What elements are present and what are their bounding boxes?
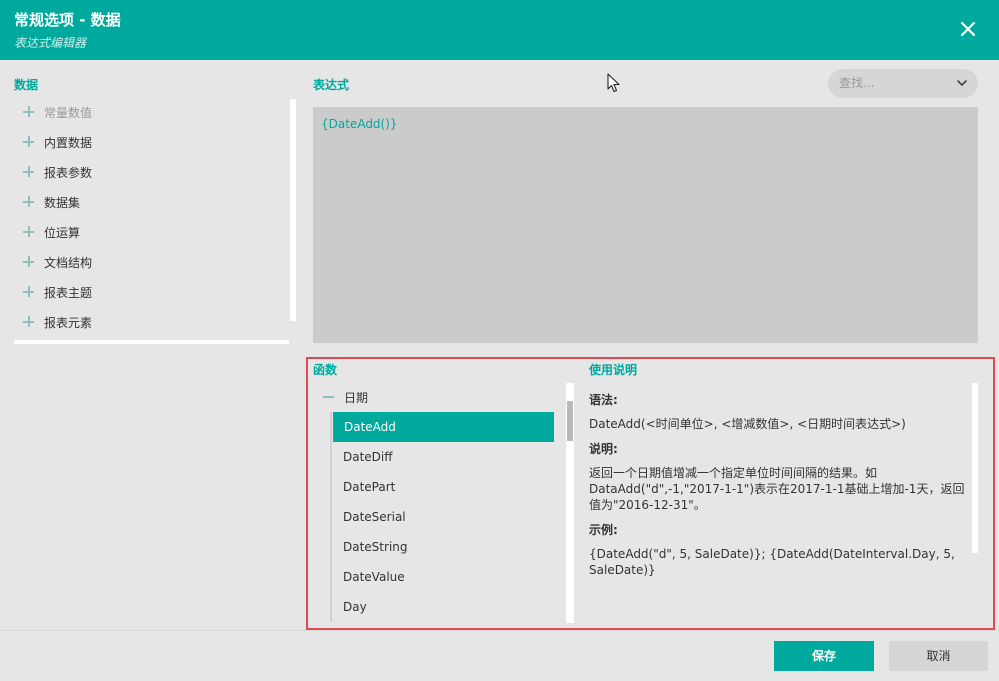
expand-plus-icon[interactable]	[23, 106, 35, 118]
chevron-down-icon	[957, 80, 967, 86]
expand-plus-icon[interactable]	[23, 256, 35, 268]
tree-item-label: 位运算	[44, 225, 81, 240]
mouse-cursor-icon	[607, 73, 620, 93]
close-button[interactable]	[955, 16, 981, 42]
syntax-heading: 语法:	[589, 393, 618, 407]
dialog-titlebar: 常规选项 - 数据 表达式编辑器	[0, 0, 999, 60]
example-heading: 示例:	[589, 523, 618, 537]
tree-item-report-theme[interactable]: 报表主题	[14, 277, 290, 307]
tree-item-builtin-data[interactable]: 内置数据	[14, 127, 290, 157]
functions-label: 函数	[313, 363, 338, 377]
function-item-datestring[interactable]: DateString	[332, 532, 566, 562]
expand-plus-icon[interactable]	[23, 136, 35, 148]
tree-item-doc-structure[interactable]: 文档结构	[14, 247, 290, 277]
tree-item-label: 内置数据	[44, 135, 93, 150]
data-tree-hscrollbar[interactable]	[14, 340, 289, 344]
description-text: 返回一个日期值增减一个指定单位时间间隔的结果。如DataAdd("d",-1,"…	[589, 466, 965, 512]
expand-plus-icon[interactable]	[23, 166, 35, 178]
function-item-datevalue[interactable]: DateValue	[332, 562, 566, 592]
expand-plus-icon[interactable]	[23, 286, 35, 298]
expand-plus-icon[interactable]	[23, 196, 35, 208]
expand-plus-icon[interactable]	[23, 316, 35, 328]
tree-item-constants[interactable]: 常量数值	[14, 97, 290, 127]
dialog-title: 常规选项 - 数据	[14, 11, 121, 29]
save-button[interactable]: 保存	[774, 641, 874, 671]
expression-text: {DateAdd()}	[321, 117, 398, 131]
collapse-minus-icon[interactable]	[323, 396, 334, 398]
function-item-dateserial[interactable]: DateSerial	[332, 502, 566, 532]
function-item-datepart[interactable]: DatePart	[332, 472, 566, 502]
expression-editor[interactable]: {DateAdd()}	[313, 107, 978, 343]
function-group-date[interactable]: 日期	[313, 383, 566, 411]
tree-item-report-elements[interactable]: 报表元素	[14, 307, 290, 337]
data-panel-label: 数据	[14, 78, 39, 92]
tree-item-label: 报表元素	[44, 315, 93, 330]
expand-plus-icon[interactable]	[23, 226, 35, 238]
tree-item-label: 数据集	[44, 195, 81, 210]
close-icon	[960, 21, 976, 37]
expression-label: 表达式	[313, 78, 350, 92]
function-tree: 日期 DateAdd DateDiff DatePart DateSerial …	[313, 383, 566, 623]
tree-item-datasets[interactable]: 数据集	[14, 187, 290, 217]
dialog-subtitle: 表达式编辑器	[14, 36, 87, 50]
function-item-datediff[interactable]: DateDiff	[332, 442, 566, 472]
usage-description: 语法: DateAdd(<时间单位>, <增减数值>, <日期时间表达式>) 说…	[589, 383, 974, 578]
cancel-button[interactable]: 取消	[889, 641, 988, 671]
tree-item-label: 文档结构	[44, 255, 93, 270]
data-tree-scrollbar[interactable]	[289, 97, 297, 341]
search-dropdown[interactable]: 查找...	[828, 69, 978, 98]
data-panel: 数据 常量数值 内置数据 报表参数 数据集 位运算 文档结构 报表主题 报表元素	[0, 60, 300, 630]
function-item-day[interactable]: Day	[332, 592, 566, 622]
tree-item-label: 报表主题	[44, 285, 93, 300]
dialog-footer: 保存 取消	[0, 630, 999, 681]
function-list: DateAdd DateDiff DatePart DateSerial Dat…	[330, 412, 566, 622]
function-list-scrollbar[interactable]	[566, 383, 574, 623]
search-placeholder: 查找...	[839, 76, 875, 90]
data-tree: 常量数值 内置数据 报表参数 数据集 位运算 文档结构 报表主题 报表元素	[14, 97, 290, 337]
usage-scrollbar[interactable]	[972, 383, 978, 553]
tree-item-label: 报表参数	[44, 165, 93, 180]
tree-item-label: 常量数值	[44, 105, 93, 120]
scrollbar-thumb[interactable]	[567, 401, 573, 441]
tree-item-bitwise[interactable]: 位运算	[14, 217, 290, 247]
description-heading: 说明:	[589, 442, 618, 456]
function-group-label: 日期	[344, 390, 369, 405]
example-text: {DateAdd("d", 5, SaleDate)}; {DateAdd(Da…	[589, 547, 955, 577]
usage-label: 使用说明	[589, 363, 638, 377]
syntax-text: DateAdd(<时间单位>, <增减数值>, <日期时间表达式>)	[589, 417, 906, 431]
scrollbar-thumb[interactable]	[290, 99, 296, 321]
function-item-dateadd[interactable]: DateAdd	[333, 412, 554, 442]
tree-item-report-params[interactable]: 报表参数	[14, 157, 290, 187]
